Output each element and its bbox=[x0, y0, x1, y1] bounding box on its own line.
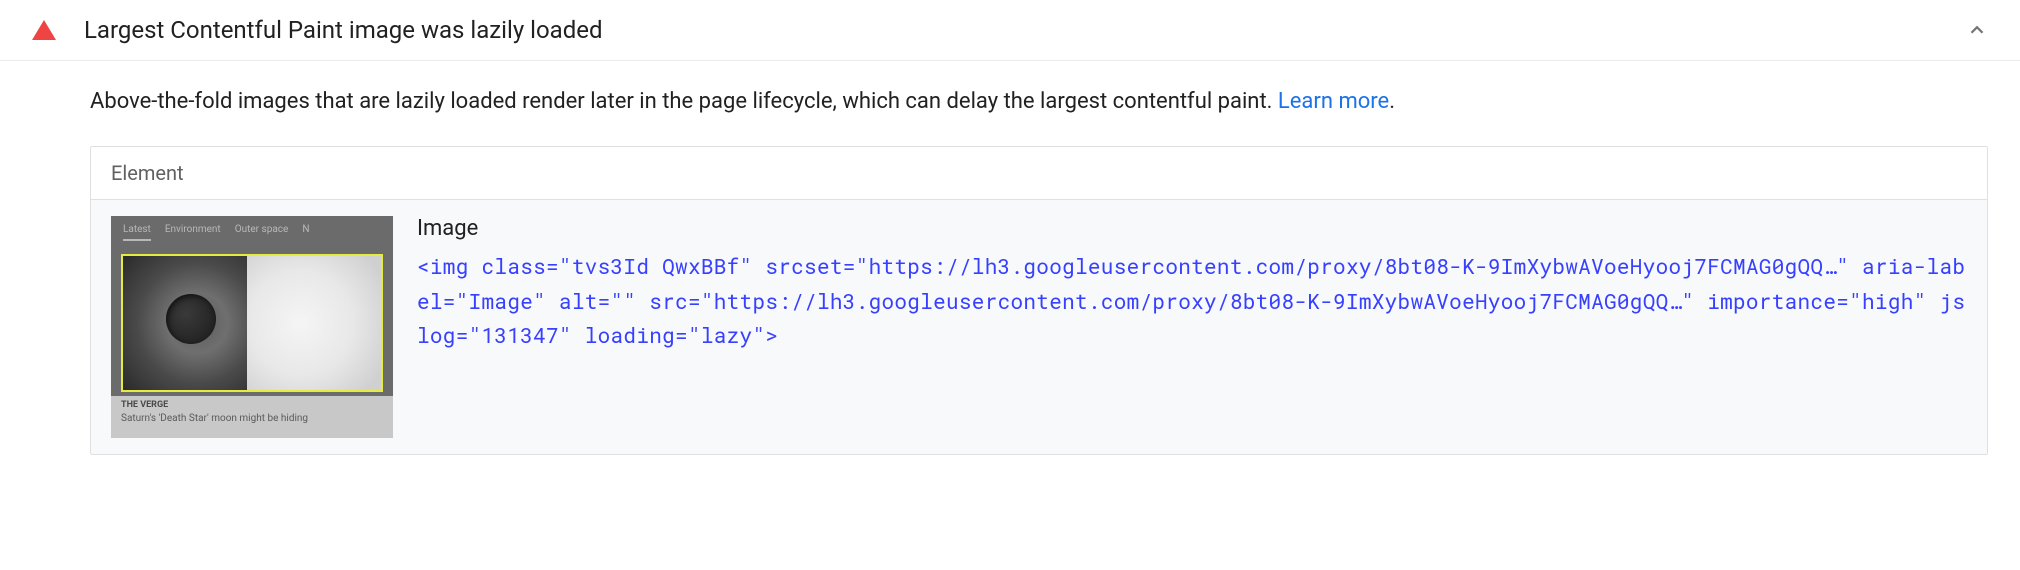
thumbnail-image-highlight bbox=[121, 254, 383, 392]
thumb-nav-more: N bbox=[302, 224, 309, 241]
thumb-nav-latest: Latest bbox=[123, 224, 151, 241]
table-row: Latest Environment Outer space N THE VER… bbox=[91, 200, 1987, 454]
description-text: Above-the-fold images that are lazily lo… bbox=[90, 89, 1278, 114]
element-table: Element Latest Environment Outer space N bbox=[90, 146, 1988, 455]
audit-title: Largest Contentful Paint image was lazil… bbox=[84, 16, 1966, 44]
thumb-nav-environment: Environment bbox=[165, 224, 221, 241]
audit-header[interactable]: Largest Contentful Paint image was lazil… bbox=[0, 0, 2020, 61]
moon-image-right bbox=[247, 256, 381, 390]
table-header: Element bbox=[91, 147, 1987, 200]
thumbnail-nav: Latest Environment Outer space N bbox=[111, 216, 393, 247]
moon-image-left bbox=[123, 256, 247, 390]
thumbnail-source: THE VERGE bbox=[121, 400, 383, 410]
audit-description: Above-the-fold images that are lazily lo… bbox=[90, 85, 1988, 118]
element-code-snippet: <img class="tvs3Id QwxBBf" srcset="https… bbox=[417, 249, 1967, 353]
description-suffix: . bbox=[1389, 89, 1395, 114]
thumb-nav-outer-space: Outer space bbox=[235, 224, 289, 241]
crater-icon bbox=[166, 294, 216, 344]
thumbnail-footer: THE VERGE Saturn's 'Death Star' moon mig… bbox=[111, 396, 393, 438]
element-thumbnail: Latest Environment Outer space N THE VER… bbox=[111, 216, 393, 438]
element-label: Image bbox=[417, 216, 1967, 241]
learn-more-link[interactable]: Learn more bbox=[1278, 89, 1389, 114]
chevron-up-icon bbox=[1966, 19, 1988, 41]
thumbnail-caption: Saturn's 'Death Star' moon might be hidi… bbox=[121, 413, 383, 424]
audit-body: Above-the-fold images that are lazily lo… bbox=[0, 61, 2020, 479]
element-details: Image <img class="tvs3Id QwxBBf" srcset=… bbox=[417, 216, 1967, 438]
warning-triangle-icon bbox=[32, 20, 56, 40]
